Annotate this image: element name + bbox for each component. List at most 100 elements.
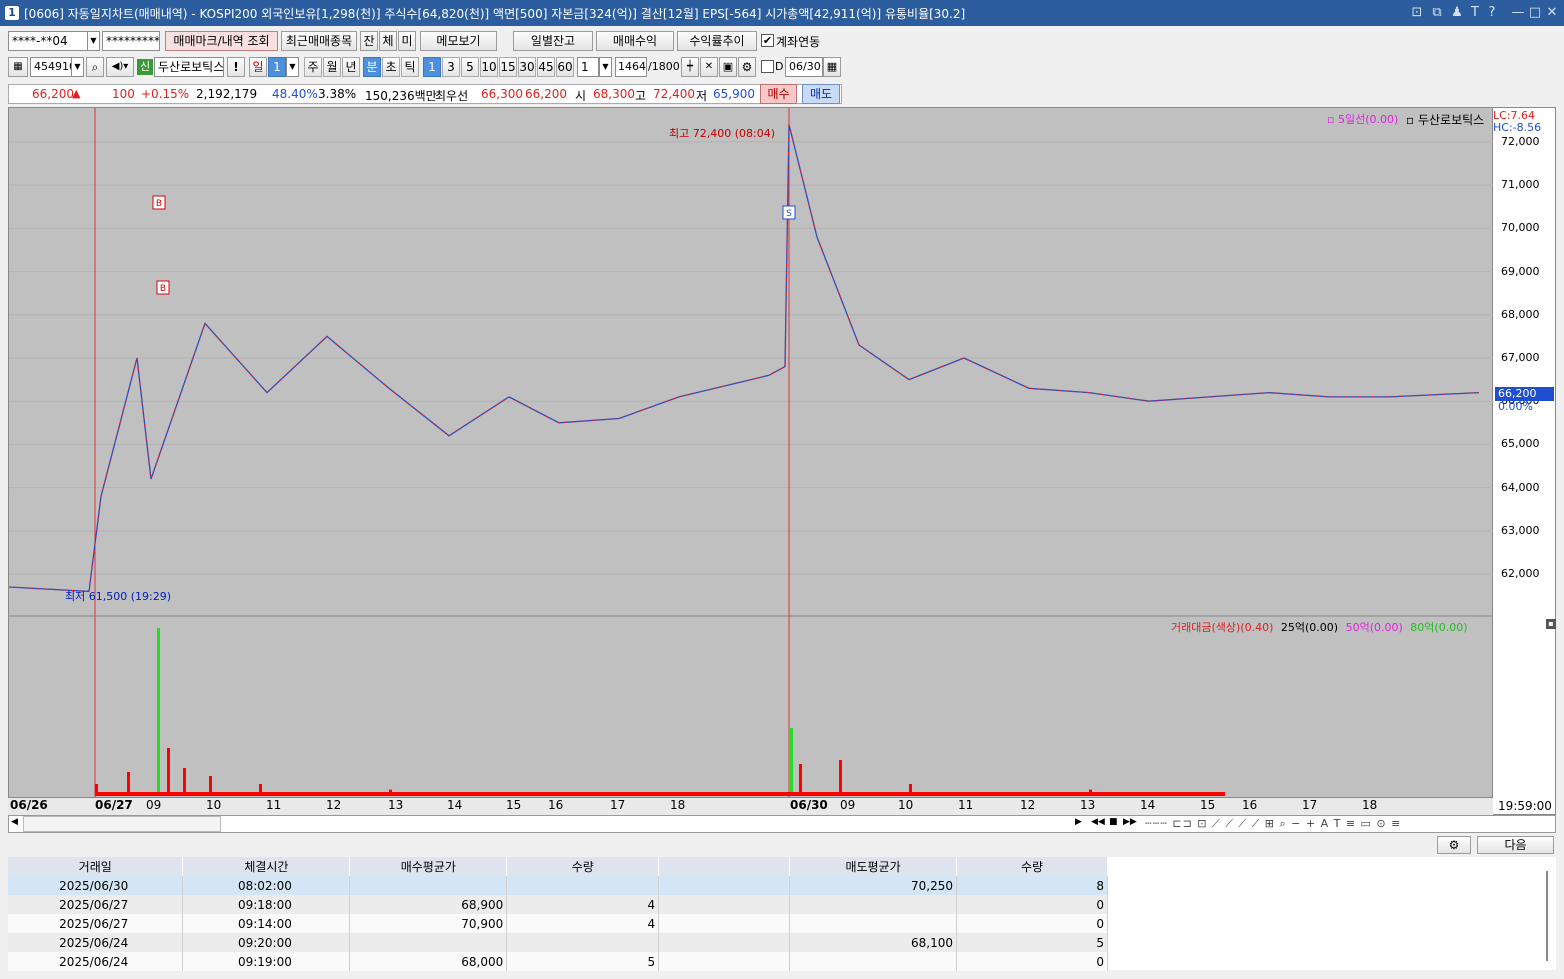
zoom-icon[interactable]: ✕ [700,57,718,77]
header-trade-date: 거래일 [8,857,184,876]
open-price: 68,300 [593,87,635,101]
interval-30-button[interactable]: 30 [518,57,536,77]
gear-icon[interactable]: ⚙ [738,57,756,77]
period-num-input[interactable]: 1 [268,57,286,77]
new-stock-badge: 신 [137,59,153,75]
account-link-checkbox[interactable]: ✔ [761,34,774,47]
high-annotation: 최고 72,400 (08:04) [669,127,776,140]
scroll-left-icon[interactable]: ◀ [11,817,18,827]
fast-forward-icon[interactable]: ▶▶ [1123,817,1137,827]
header-buy-avg: 매수평균가 [349,857,508,876]
chart-canvas[interactable]: B B S [9,108,1494,798]
font-icon[interactable]: T [1467,4,1483,21]
memo-button[interactable]: 메모보기 [420,31,497,51]
buy-button[interactable]: 매수 [760,84,797,104]
cell-sell-avg [789,914,958,933]
volume-baseline [95,792,1225,796]
help-icon[interactable]: ? [1484,4,1500,21]
window-copy-icon[interactable]: ⧉ [1429,4,1445,21]
daily-balance-button[interactable]: 일별잔고 [513,31,593,51]
x-axis-time: 19:59:00 [1498,799,1552,813]
chevron-down-icon[interactable]: ▼ [599,57,612,77]
rewind-icon[interactable]: ◀◀ [1091,817,1105,827]
recent-trades-button[interactable]: 최근매매종목 [281,31,357,51]
table-row[interactable]: 2025/06/27 09:14:00 70,900 4 0 [8,914,1108,933]
interval-15-button[interactable]: 15 [499,57,517,77]
period-week-button[interactable]: 주 [304,57,322,77]
interval-5-button[interactable]: 5 [461,57,479,77]
unfilled-button[interactable]: 미 [398,31,416,51]
execution-button[interactable]: 체 [379,31,397,51]
volume-legend-main: 거래대금(색상)(0.40) [1171,621,1274,634]
settings-gear-icon[interactable]: ⚙ [1437,836,1471,854]
period-day-button[interactable]: 일 [249,57,267,77]
cell-time: 09:18:00 [182,895,351,914]
chevron-down-icon[interactable]: ▼ [286,57,299,77]
save-icon[interactable]: ▣ [719,57,737,77]
calendar-icon[interactable]: ▦ [823,57,841,77]
date-checkbox[interactable] [761,60,774,73]
stop-icon[interactable]: ■ [1109,817,1118,827]
balance-button[interactable]: 잔 [360,31,378,51]
interval-10-button[interactable]: 10 [480,57,498,77]
y-tick-label: 67,000 [1501,351,1540,364]
trade-mark-button[interactable]: 매매마크/내역 조회 [165,31,278,51]
account-select[interactable]: ****-**04 [8,31,88,51]
layout-icon[interactable]: ⊡ [1409,4,1425,21]
high-price: 72,400 [653,87,695,101]
table-row[interactable]: 2025/06/27 09:18:00 68,900 4 0 [8,895,1108,914]
cell-sell-qty: 8 [956,876,1108,895]
scroll-thumb[interactable] [23,816,221,832]
x-axis [8,797,1493,815]
stock-code-input[interactable]: 454910 [30,57,72,77]
volume-bar [790,728,793,796]
cell-sell-avg: 68,100 [789,933,958,952]
interval-select[interactable]: 1 [577,57,599,77]
low-price: 65,900 [713,87,755,101]
minimize-button[interactable]: — [1510,4,1526,21]
sound-icon[interactable]: ◀)▾ [106,57,134,77]
chevron-down-icon[interactable]: ▼ [71,57,84,77]
period-second-button[interactable]: 초 [382,57,400,77]
drawing-tools-icon[interactable]: ┄┄┄ ⊏⊐ ⊡ ⟋ ⟋ ⟋ ⟋ ⊞ ⌕ − + A T ≡ ▭ ⊙ ≡ [1145,817,1401,831]
date-input[interactable]: 06/30 [785,57,823,77]
collapse-icon[interactable]: ▪ [1546,619,1556,629]
trade-markers: B B S [152,195,796,295]
count-input[interactable]: 1464 [615,57,647,77]
sell-button[interactable]: 매도 [802,84,840,104]
x-tick-label: 15 [506,798,522,812]
cell-buy-qty: 5 [506,952,660,971]
interval-3-button[interactable]: 3 [442,57,460,77]
cell-sell-qty: 0 [956,895,1108,914]
chevron-down-icon[interactable]: ▼ [87,31,100,51]
table-scrollbar[interactable] [1546,871,1548,961]
period-minute-button[interactable]: 분 [363,57,381,77]
period-tick-button[interactable]: 틱 [401,57,419,77]
chart-panel[interactable]: B B S ▫ 5일선(0.00) ▫ 두산로보틱스 최고 72,400 (08:0… [8,107,1494,815]
best-ask-label: 최우선 [435,89,469,103]
table-row[interactable]: 2025/06/24 09:19:00 68,000 5 0 [8,952,1108,971]
password-field[interactable]: ********* [102,31,160,51]
candle-settings-icon[interactable]: ┿ [681,57,699,77]
current-pct-tag: 0.00% [1498,400,1533,413]
table-row[interactable]: 2025/06/24 09:20:00 68,100 5 [8,933,1108,952]
interval-60-button[interactable]: 60 [556,57,574,77]
interval-45-button[interactable]: 45 [537,57,555,77]
profit-trend-button[interactable]: 수익률추이 [677,31,757,51]
trade-profit-button[interactable]: 매매수익 [596,31,674,51]
next-button[interactable]: 다음 [1477,836,1554,854]
stock-name-field[interactable]: 두산로보틱스 [154,57,224,77]
maximize-button[interactable]: □ [1527,4,1543,21]
close-button[interactable]: ✕ [1544,4,1560,21]
period-month-button[interactable]: 월 [323,57,341,77]
scroll-right-icon[interactable]: ▶ [1075,817,1082,827]
period-year-button[interactable]: 년 [342,57,360,77]
search-icon[interactable]: ⌕ [86,57,104,77]
chart-menu-icon[interactable]: ▦ [8,57,28,77]
pin-icon[interactable]: ♟ [1449,4,1465,21]
volume-legend-80: 80억(0.00) [1410,621,1468,634]
interval-1-button[interactable]: 1 [423,57,441,77]
x-tick-label: 18 [670,798,686,812]
alert-button[interactable]: ! [227,57,245,77]
table-row[interactable]: 2025/06/30 08:02:00 70,250 8 [8,876,1108,895]
